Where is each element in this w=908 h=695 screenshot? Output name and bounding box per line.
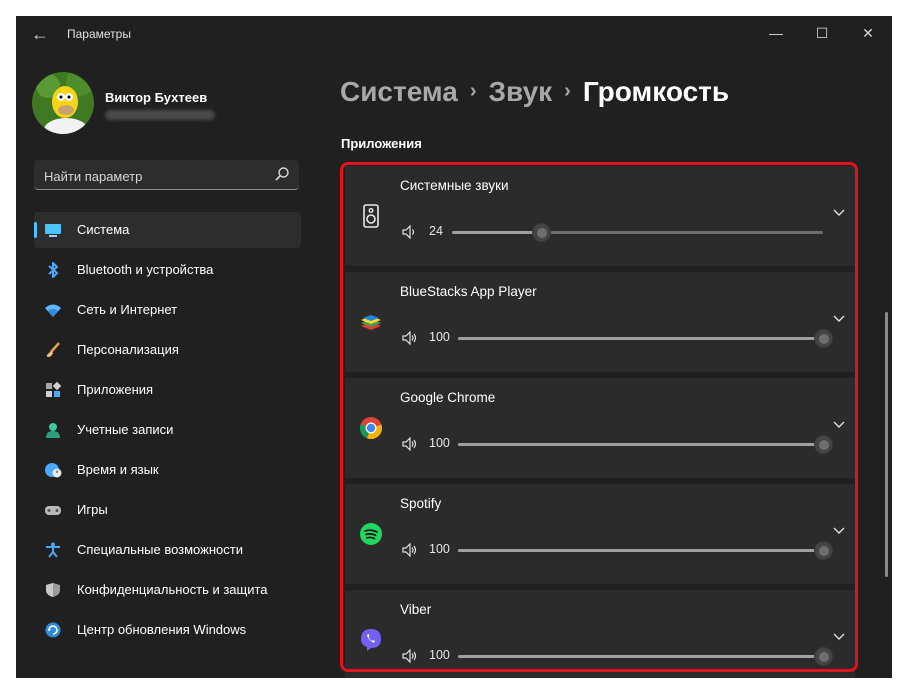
sidebar-item-label: Конфиденциальность и защита [77, 582, 268, 597]
sidebar-item-gaming[interactable]: Игры [34, 492, 301, 528]
sidebar-item-apps[interactable]: Приложения [34, 372, 301, 408]
breadcrumb: Система › Звук › Громкость [340, 76, 729, 108]
gamepad-icon [45, 506, 61, 515]
brush-icon [46, 342, 60, 357]
avatar[interactable] [32, 72, 94, 134]
sidebar-nav: Система Bluetooth и устройства Сеть и Ин… [34, 212, 301, 652]
close-button[interactable]: ✕ [845, 16, 891, 50]
search-input[interactable] [42, 165, 266, 187]
wifi-icon [45, 304, 61, 317]
section-title: Приложения [341, 136, 422, 151]
title-bar: ← Параметры — ☐ ✕ [16, 16, 892, 50]
sidebar-item-label: Приложения [77, 382, 154, 397]
user-name: Виктор Бухтеев [105, 90, 208, 105]
back-arrow-icon[interactable]: ← [28, 24, 52, 44]
minimize-button[interactable]: — [753, 16, 799, 50]
shield-icon [46, 583, 60, 597]
person-icon [46, 423, 60, 438]
update-icon [45, 622, 61, 638]
maximize-button[interactable]: ☐ [799, 16, 845, 50]
scrollbar[interactable] [885, 312, 888, 577]
breadcrumb-separator: › [564, 80, 571, 102]
search-box[interactable] [34, 160, 299, 190]
breadcrumb-sound[interactable]: Звук [489, 76, 553, 107]
red-highlight-frame [340, 162, 858, 672]
sidebar-item-time-language[interactable]: Время и язык [34, 452, 301, 488]
apps-icon [46, 382, 62, 397]
user-email-blurred [105, 110, 215, 120]
sidebar-item-label: Bluetooth и устройства [77, 262, 214, 277]
breadcrumb-system[interactable]: Система [340, 76, 458, 107]
sidebar-item-label: Учетные записи [77, 422, 174, 437]
window-title: Параметры [67, 27, 131, 41]
settings-window: ← Параметры — ☐ ✕ Виктор Бухтеев Система [16, 16, 892, 678]
sidebar-item-label: Сеть и Интернет [77, 302, 178, 317]
sidebar-item-label: Игры [77, 502, 108, 517]
globe-clock-icon [45, 463, 62, 478]
sidebar-item-label: Специальные возможности [77, 542, 243, 557]
search-icon[interactable] [274, 166, 290, 182]
accessibility-icon [46, 542, 60, 558]
sidebar-item-accounts[interactable]: Учетные записи [34, 412, 301, 448]
sidebar-item-windows-update[interactable]: Центр обновления Windows [34, 612, 301, 648]
breadcrumb-separator: › [469, 80, 477, 102]
page-title: Громкость [582, 76, 730, 107]
sidebar-item-label: Персонализация [77, 342, 179, 357]
sidebar-item-privacy[interactable]: Конфиденциальность и защита [34, 572, 301, 608]
sidebar-item-label: Центр обновления Windows [77, 622, 247, 637]
bluetooth-icon [48, 262, 59, 278]
sidebar-item-network[interactable]: Сеть и Интернет [34, 292, 301, 328]
sidebar-item-accessibility[interactable]: Специальные возможности [34, 532, 301, 568]
sidebar-item-label: Время и язык [77, 462, 159, 477]
sidebar-item-bluetooth[interactable]: Bluetooth и устройства [34, 252, 301, 288]
sidebar-item-label: Система [77, 222, 130, 237]
sidebar-item-personalization[interactable]: Персонализация [34, 332, 301, 368]
sidebar-item-system[interactable]: Система [34, 212, 301, 248]
system-icon [45, 224, 61, 237]
